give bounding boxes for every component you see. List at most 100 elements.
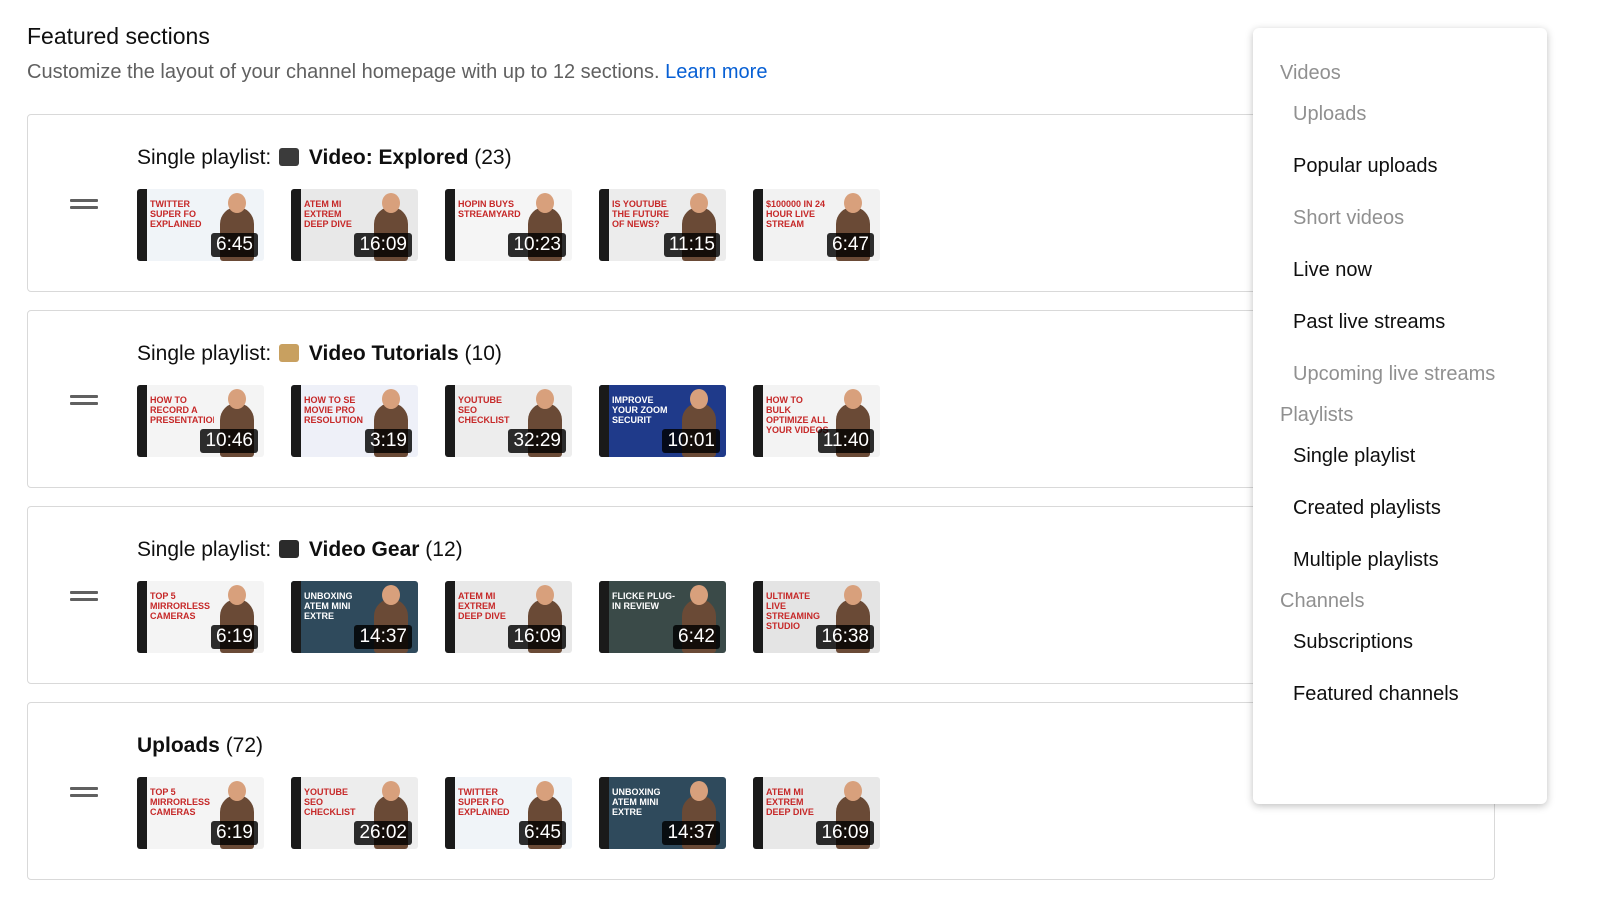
video-thumbnail[interactable]: FLICKE PLUG-IN REVIEW 6:42	[599, 581, 726, 653]
channel-strip	[599, 189, 609, 261]
menu-item-short-videos: Short videos	[1293, 207, 1405, 229]
thumbnail-row: TWITTER SUPER FO EXPLAINED 6:45 ATEM MI EX…	[137, 189, 880, 261]
video-thumbnail[interactable]: ATEM MI EXTREM DEEP DIVE 16:09	[291, 189, 418, 261]
drag-handle-icon[interactable]	[70, 591, 98, 601]
video-duration: 32:29	[508, 429, 566, 453]
video-duration: 16:09	[508, 625, 566, 649]
video-thumbnail[interactable]: ATEM MI EXTREM DEEP DIVE 16:09	[445, 581, 572, 653]
playlist-name: Video Gear	[308, 538, 420, 561]
channel-strip	[291, 189, 301, 261]
thumbnail-caption: $100000 IN 24 HOUR LIVE STREAM	[766, 199, 826, 229]
channel-strip	[753, 777, 763, 849]
video-thumbnail[interactable]: HOW TO SE MOVIE PRO RESOLUTION 3:19	[291, 385, 418, 457]
menu-item-subscriptions[interactable]: Subscriptions	[1253, 616, 1547, 668]
menu-item-featured-channels[interactable]: Featured channels	[1253, 668, 1547, 720]
video-camera-icon	[279, 540, 300, 558]
learn-more-link[interactable]: Learn more	[665, 61, 767, 83]
thumbnail-caption: FLICKE PLUG-IN REVIEW	[612, 591, 675, 611]
video-thumbnail[interactable]: YOUTUBE SEO CHECKLIST 32:29	[445, 385, 572, 457]
video-thumbnail[interactable]: ATEM MI EXTREM DEEP DIVE 16:09	[753, 777, 880, 849]
menu-group-label: Channels	[1280, 590, 1365, 612]
video-thumbnail[interactable]: TWITTER SUPER FO EXPLAINED 6:45	[137, 189, 264, 261]
page-title: Featured sections	[27, 23, 210, 49]
drag-handle-icon[interactable]	[70, 787, 98, 797]
menu-item-uploads: Uploads	[1293, 103, 1367, 125]
section-type-label: Single playlist:	[137, 538, 272, 561]
thumbnail-row: TOP 5 MIRRORLESS CAMERAS 6:19 UNBOXING ATE…	[137, 581, 880, 653]
menu-item-past-live-streams[interactable]: Past live streams	[1253, 296, 1547, 348]
video-duration: 11:15	[663, 233, 720, 257]
thumbnail-caption: TOP 5 MIRRORLESS CAMERAS	[150, 591, 211, 621]
video-duration: 16:09	[816, 821, 874, 845]
video-thumbnail[interactable]: IMPROVE YOUR ZOOM SECURIT 10:01	[599, 385, 726, 457]
clipboard-icon	[279, 344, 300, 362]
video-thumbnail[interactable]: YOUTUBE SEO CHECKLIST 26:02	[291, 777, 418, 849]
video-thumbnail[interactable]: UNBOXING ATEM MINI EXTRE 14:37	[291, 581, 418, 653]
playlist-count: (72)	[225, 734, 264, 757]
video-thumbnail[interactable]: TWITTER SUPER FO EXPLAINED 6:45	[445, 777, 572, 849]
page-header: Featured sections Customize the layout o…	[27, 20, 767, 86]
playlist-count: (10)	[464, 342, 502, 365]
channel-strip	[291, 385, 301, 457]
video-duration: 16:38	[816, 625, 874, 649]
channel-strip	[753, 189, 763, 261]
thumbnail-caption: TWITTER SUPER FO EXPLAINED	[458, 787, 510, 817]
video-thumbnail[interactable]: ULTIMATE LIVE STREAMING STUDIO SETUP16:3…	[753, 581, 880, 653]
video-duration: 6:45	[211, 233, 258, 257]
tv-icon	[279, 148, 300, 166]
section-type-label: Single playlist:	[137, 146, 272, 169]
thumbnail-caption: TOP 5 MIRRORLESS CAMERAS	[150, 787, 211, 817]
channel-strip	[445, 777, 455, 849]
subtitle-text: Customize the layout of your channel hom…	[27, 61, 660, 83]
menu-item-created-playlists[interactable]: Created playlists	[1253, 482, 1547, 534]
menu-group-label: Playlists	[1280, 404, 1354, 426]
section-title: Single playlist: Video: Explored (23)	[137, 143, 512, 173]
video-thumbnail[interactable]: $100000 IN 24 HOUR LIVE STREAM 6:47	[753, 189, 880, 261]
video-thumbnail[interactable]: TOP 5 MIRRORLESS CAMERAS 6:19	[137, 581, 264, 653]
thumbnail-caption: HOW TO SE MOVIE PRO RESOLUTION	[304, 395, 364, 425]
video-thumbnail[interactable]: HOPIN BUYS STREAMYARD 10:23	[445, 189, 572, 261]
section-type-label: Single playlist:	[137, 342, 272, 365]
video-duration: 10:46	[200, 429, 258, 453]
channel-strip	[291, 581, 301, 653]
video-duration: 10:01	[662, 429, 720, 453]
playlist-count: (23)	[474, 146, 512, 169]
channel-strip	[599, 385, 609, 457]
channel-strip	[445, 581, 455, 653]
channel-strip	[137, 777, 147, 849]
channel-strip	[599, 581, 609, 653]
video-duration: 3:19	[365, 429, 412, 453]
video-duration: 6:19	[211, 821, 258, 845]
drag-handle-icon[interactable]	[70, 395, 98, 405]
video-duration: 14:37	[354, 625, 412, 649]
channel-strip	[137, 189, 147, 261]
channel-strip	[599, 777, 609, 849]
playlist-name: Uploads	[137, 734, 220, 757]
video-duration: 6:45	[519, 821, 566, 845]
page-subtitle: Customize the layout of your channel hom…	[27, 58, 767, 86]
channel-strip	[445, 189, 455, 261]
menu-group-label: Videos	[1280, 62, 1341, 84]
video-thumbnail[interactable]: UNBOXING ATEM MINI EXTRE 14:37	[599, 777, 726, 849]
playlist-name: Video: Explored	[308, 146, 469, 169]
video-thumbnail[interactable]: IS YOUTUBE THE FUTURE OF NEWS? 11:15	[599, 189, 726, 261]
thumbnail-row: HOW TO RECORD A PRESENTATION 10:46 HOW TO …	[137, 385, 880, 457]
video-thumbnail[interactable]: HOW TO BULK OPTIMIZE ALL YOUR VIDEOS SEO…	[753, 385, 880, 457]
drag-handle-icon[interactable]	[70, 199, 98, 209]
channel-strip	[291, 777, 301, 849]
menu-item-live-now[interactable]: Live now	[1253, 244, 1547, 296]
menu-item-single-playlist[interactable]: Single playlist	[1253, 430, 1547, 482]
video-duration: 6:42	[673, 625, 720, 649]
channel-strip	[137, 385, 147, 457]
video-thumbnail[interactable]: TOP 5 MIRRORLESS CAMERAS 6:19	[137, 777, 264, 849]
video-duration: 26:02	[354, 821, 412, 845]
section-title: Single playlist: Video Tutorials (10)	[137, 339, 502, 369]
video-thumbnail[interactable]: HOW TO RECORD A PRESENTATION 10:46	[137, 385, 264, 457]
video-duration: 14:37	[662, 821, 720, 845]
section-title: Uploads (72)	[137, 731, 263, 761]
thumbnail-caption: TWITTER SUPER FO EXPLAINED	[150, 199, 202, 229]
menu-item-multiple-playlists[interactable]: Multiple playlists	[1253, 534, 1547, 586]
channel-strip	[137, 581, 147, 653]
menu-item-upcoming-live-streams: Upcoming live streams	[1293, 363, 1496, 385]
menu-item-popular-uploads[interactable]: Popular uploads	[1253, 140, 1547, 192]
